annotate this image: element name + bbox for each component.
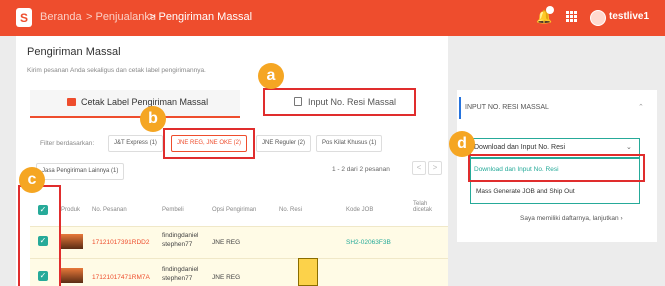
- job-code: SH2-02063F3B: [346, 239, 391, 246]
- apps-grid-icon[interactable]: [566, 11, 578, 23]
- highlight-box-c: [18, 185, 61, 286]
- username[interactable]: testlive1: [609, 11, 649, 22]
- chevron-up-icon[interactable]: ⌃: [638, 103, 644, 111]
- shipping-option: JNE REG: [212, 239, 241, 246]
- tab-cetak-label-text: Cetak Label Pengiriman Massal: [81, 97, 209, 107]
- buyer-name: findingdaniel: [162, 266, 199, 273]
- down-arrow-icon: [298, 258, 318, 286]
- product-thumbnail: [61, 268, 83, 283]
- pagination-text: 1 - 2 dari 2 pesanan: [332, 166, 390, 173]
- page-subtitle: Kirim pesanan Anda sekaligus dan cetak l…: [27, 67, 206, 74]
- breadcrumb-pengiriman-massal: > Pengiriman Massal: [149, 11, 253, 23]
- buyer-name-2: stephen77: [162, 275, 193, 282]
- continue-link[interactable]: Saya memiliki daftarnya, lanjutkan ›: [520, 215, 623, 222]
- highlight-box-d: [468, 154, 645, 182]
- callout-c: c: [19, 167, 45, 193]
- breadcrumb-home[interactable]: Beranda: [40, 11, 82, 23]
- col-telah-dicetak: Telah dicetak: [413, 201, 433, 213]
- filter-chip-pos-kilat[interactable]: Pos Kilat Khusus (1): [316, 135, 383, 152]
- breadcrumb-penjualanku[interactable]: > Penjualanku: [86, 11, 156, 23]
- user-avatar[interactable]: [590, 10, 606, 26]
- tab-input-resi-text: Input No. Resi Massal: [308, 97, 397, 107]
- col-pembeli: Pembeli: [162, 207, 184, 213]
- col-produk: Produk: [61, 207, 81, 213]
- filter-chip-jne-reguler[interactable]: JNE Reguler (2): [256, 135, 312, 152]
- document-icon: [294, 97, 302, 106]
- option-mass-generate[interactable]: Mass Generate JOB and Ship Out: [476, 188, 575, 195]
- shopee-logo-icon[interactable]: S: [16, 8, 32, 27]
- panel-title: INPUT NO. RESI MASSAL: [465, 104, 549, 111]
- col-no-resi: No. Resi: [279, 207, 303, 213]
- table-row: [30, 258, 448, 286]
- buyer-name-2: stephen77: [162, 241, 193, 248]
- panel-accent-bar: [459, 97, 461, 119]
- highlight-box-b: [163, 128, 255, 159]
- continue-link-text: Saya memiliki daftarnya, lanjutkan: [520, 215, 619, 222]
- col-kode-job: Kode JOB: [346, 207, 374, 213]
- buyer-name: findingdaniel: [162, 232, 199, 239]
- filter-label: Filter berdasarkan:: [40, 140, 95, 147]
- printer-icon: [67, 98, 76, 106]
- page-title: Pengiriman Massal: [27, 46, 121, 58]
- method-select-value: Download dan Input No. Resi: [474, 144, 566, 151]
- order-number[interactable]: 17121017391RDD2: [92, 239, 149, 246]
- col-opsi-pengiriman: Opsi Pengiriman: [212, 207, 257, 213]
- callout-b: b: [140, 106, 166, 132]
- product-thumbnail: [61, 234, 83, 249]
- callout-a: a: [258, 63, 284, 89]
- filter-chip-jnt[interactable]: J&T Express (1): [108, 135, 163, 152]
- shipping-option: JNE REG: [212, 274, 241, 281]
- notification-badge: [546, 6, 554, 14]
- order-number[interactable]: 17121017471RM7A: [92, 274, 150, 281]
- prev-page-button[interactable]: <: [412, 161, 426, 175]
- callout-d: d: [449, 131, 475, 157]
- next-page-button[interactable]: >: [428, 161, 442, 175]
- filter-chip-other[interactable]: Jasa Pengiriman Lainnya (1): [36, 163, 125, 180]
- chevron-down-icon[interactable]: ⌄: [626, 143, 632, 151]
- col-no-pesanan: No. Pesanan: [92, 207, 127, 213]
